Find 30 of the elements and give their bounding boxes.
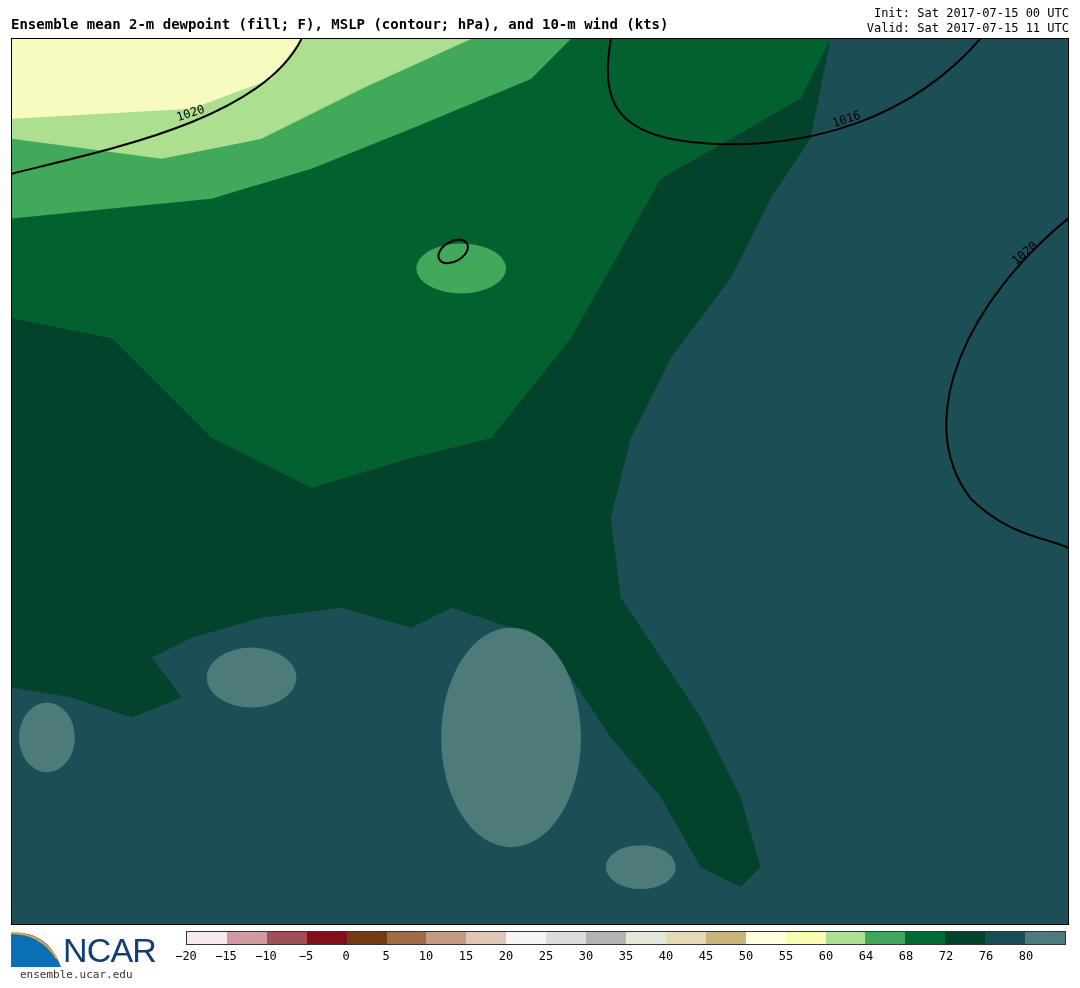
logo-text: NCAR — [63, 933, 156, 967]
colorbar-label: 64 — [858, 948, 874, 965]
colorbar-label: −15 — [215, 948, 237, 965]
colorbar-label: −20 — [175, 948, 197, 965]
contour-label: 1016 — [830, 108, 863, 130]
chart-title: Ensemble mean 2-m dewpoint (fill; F), MSLP (contour; hPa), and 10-m wind (kts) — [11, 15, 669, 34]
colorbar-label: 80 — [1018, 948, 1034, 965]
colorbar-label: 40 — [658, 948, 674, 965]
colorbar-label: 50 — [738, 948, 754, 965]
contour-label: 1020 — [174, 102, 207, 124]
colorbar-label: −10 — [255, 948, 277, 965]
colorbar-label: 30 — [578, 948, 594, 965]
colorbar-label: 68 — [898, 948, 914, 965]
colorbar-label: 20 — [498, 948, 514, 965]
colorbar-label: 72 — [938, 948, 954, 965]
colorbar-label: 25 — [538, 948, 554, 965]
site-url: ensemble.ucar.edu — [20, 967, 134, 983]
colorbar-label: 45 — [698, 948, 714, 965]
colorbar-label: 5 — [382, 948, 390, 965]
colorbar-label: 10 — [418, 948, 434, 965]
valid-time: Valid: Sat 2017-07-15 11 UTC — [866, 21, 1069, 36]
colorbar-label: −5 — [298, 948, 314, 965]
swoosh-logo-icon — [11, 929, 61, 967]
colorbar-label: 0 — [342, 948, 350, 965]
colorbar-label: 35 — [618, 948, 634, 965]
colorbar-label: 76 — [978, 948, 994, 965]
init-time: Init: Sat 2017-07-15 00 UTC — [873, 6, 1069, 21]
colorbar-label: 55 — [778, 948, 794, 965]
colorbar-label: 60 — [818, 948, 834, 965]
colorbar-label: 15 — [458, 948, 474, 965]
